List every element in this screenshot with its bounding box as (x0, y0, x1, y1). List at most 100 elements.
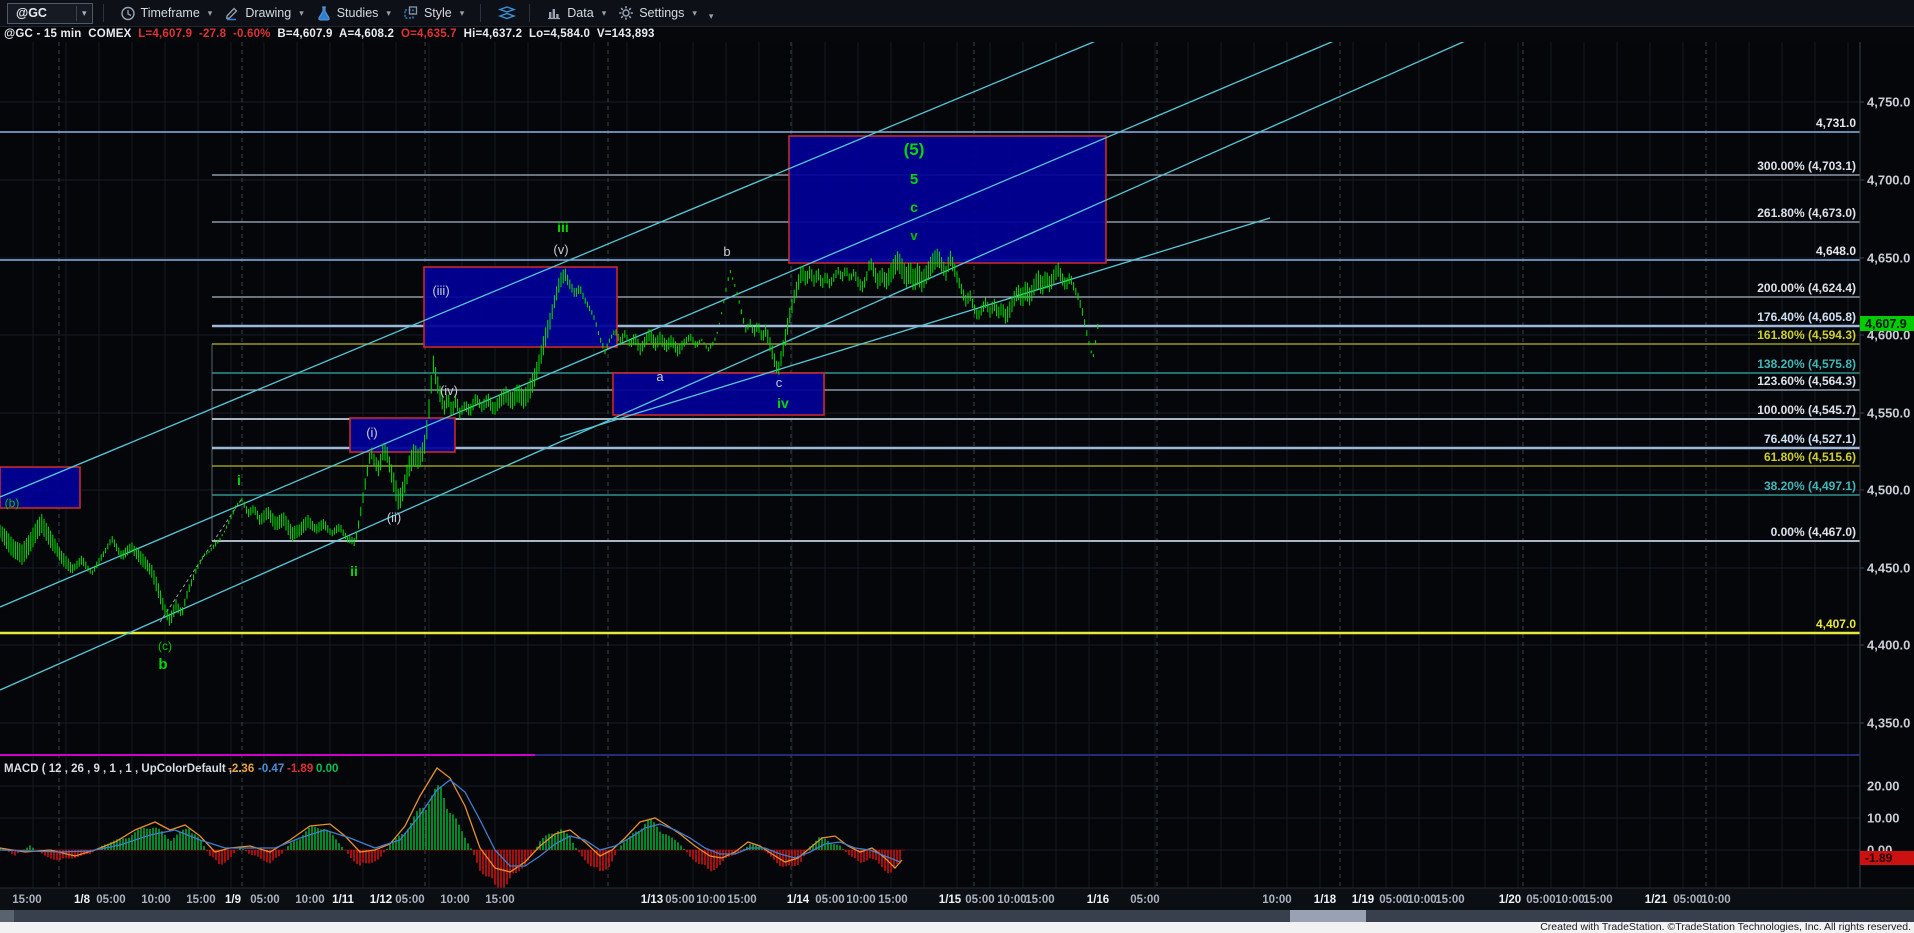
time-axis-hour-label: 10:00 (440, 894, 469, 906)
time-axis-hour-label: 05:00 (965, 894, 994, 906)
fib-level-label: 61.80% (4,515.6) (1764, 450, 1856, 464)
fib-level-label: 0.00% (4,467.0) (1771, 525, 1856, 539)
time-axis-hour-label: 10:00 (997, 894, 1026, 906)
menu-drawing[interactable]: Drawing ▾ (218, 5, 309, 21)
time-axis-day-label: 1/20 (1499, 894, 1521, 906)
price-axis-label: 4,350.0 (1867, 716, 1910, 731)
time-axis-hour-label: 15:00 (186, 894, 215, 906)
wave-projection-box[interactable] (789, 136, 1106, 263)
time-axis-day-label: 1/14 (787, 894, 810, 906)
time-axis-hour-label: 05:00 (1526, 894, 1555, 906)
fib-level-label: 161.80% (4,594.3) (1757, 328, 1856, 342)
sessions-button[interactable] (491, 5, 519, 21)
menu-label: Studies (337, 6, 379, 20)
horizontal-scrollbar-thumb[interactable] (1290, 910, 1366, 922)
time-axis-day-label: 1/11 (332, 894, 354, 906)
macd-value: -0.47 (258, 763, 284, 775)
toolbar-divider (480, 4, 481, 22)
fib-level-label: 300.00% (4,703.1) (1757, 159, 1856, 173)
toolbar-divider (529, 4, 530, 22)
time-axis-day-label: 1/21 (1645, 894, 1668, 906)
wave-label: 5 (910, 171, 918, 188)
menu-label: Settings (639, 6, 684, 20)
time-axis-day-label: 1/18 (1314, 894, 1337, 906)
time-axis-hour-label: 10:00 (1555, 894, 1584, 906)
style-squares-icon (403, 5, 419, 21)
symbol-value[interactable]: @GC (8, 6, 76, 20)
menu-data[interactable]: Data ▾ (540, 5, 612, 21)
macd-axis-label: 20.00 (1867, 779, 1900, 794)
chevron-down-icon: ▾ (602, 8, 607, 19)
fib-level-label: 176.40% (4,605.8) (1757, 310, 1856, 324)
macd-indicator-label: MACD ( 12 , 26 , 9 , 1 , 1 , UpColorDefa… (4, 763, 242, 775)
time-axis-hour-label: 10:00 (295, 894, 324, 906)
price-axis-label: 4,500.0 (1867, 483, 1910, 498)
time-axis-hour-label: 15:00 (727, 894, 756, 906)
macd-value-badge-text: -1.89 (1865, 851, 1893, 865)
time-axis-day-label: 1/15 (939, 894, 962, 906)
quote-status-line: @GC - 15 min COMEX L=4,607.9 -27.8 -0.60… (0, 26, 1914, 42)
wave-label: (c) (158, 639, 172, 653)
wave-label: (iii) (432, 283, 449, 298)
chevron-down-icon: ▾ (208, 8, 213, 19)
macd-value: 0.00 (316, 763, 338, 775)
price-line-label: 4,407.0 (1816, 617, 1856, 631)
wave-label: (v) (553, 242, 568, 257)
menu-studies[interactable]: Studies ▾ (310, 5, 397, 21)
price-axis-label: 4,750.0 (1867, 95, 1910, 110)
quote-segment: Hi=4,637.2 Lo=4,584.0 V=143,893 (464, 28, 655, 40)
menu-label: Data (567, 6, 593, 20)
time-axis-hour-label: 10:00 (1407, 894, 1436, 906)
price-line-label: 4,731.0 (1816, 116, 1856, 130)
layers-icon (497, 5, 513, 21)
wave-label: c (776, 375, 783, 390)
chart-canvas[interactable]: (5)5cviii(v)(iii)(iv)baciv(i)i(ii)ii(b)(… (0, 0, 1914, 933)
time-axis-hour-label: 15:00 (878, 894, 907, 906)
wave-label: (b) (5, 496, 20, 510)
time-axis-hour-label: 05:00 (1130, 894, 1159, 906)
symbol-input[interactable]: @GC ▾ (7, 3, 93, 24)
wave-label: (i) (366, 425, 378, 440)
macd-value: -2.36 (228, 763, 254, 775)
pencil-icon (224, 5, 240, 21)
wave-label: (5) (904, 140, 925, 159)
price-axis-label: 4,650.0 (1867, 251, 1910, 266)
gear-icon (618, 5, 634, 21)
time-axis-hour-label: 10:00 (1701, 894, 1730, 906)
wave-projection-box[interactable] (613, 373, 824, 415)
wave-label: ii (350, 563, 358, 579)
time-axis-hour-label: 10:00 (1262, 894, 1291, 906)
fib-level-label: 200.00% (4,624.4) (1757, 281, 1856, 295)
price-axis-strip[interactable] (1860, 42, 1914, 888)
time-axis-hour-label: 05:00 (665, 894, 694, 906)
fib-level-label: 123.60% (4,564.3) (1757, 374, 1856, 388)
time-axis-hour-label: 15:00 (1435, 894, 1464, 906)
wave-label: i (237, 472, 241, 488)
tradestation-chart-window: @GC ▾ Timeframe ▾ Drawing ▾ Studies ▾ (0, 0, 1914, 933)
menu-label: Style (424, 6, 452, 20)
price-axis-label: 4,400.0 (1867, 638, 1910, 653)
wave-label: v (910, 228, 918, 243)
wave-label: (ii) (387, 510, 401, 525)
menu-style[interactable]: Style ▾ (397, 5, 470, 21)
toolbar-divider (103, 4, 104, 22)
wave-label: c (910, 199, 918, 215)
menu-timeframe[interactable]: Timeframe ▾ (114, 5, 219, 21)
menu-settings[interactable]: Settings ▾ (612, 5, 703, 21)
chevron-down-icon: ▾ (386, 8, 391, 19)
time-axis-hour-label: 10:00 (696, 894, 725, 906)
fib-level-label: 261.80% (4,673.0) (1757, 206, 1856, 220)
clock-icon (120, 5, 136, 21)
time-axis-hour-label: 05:00 (250, 894, 279, 906)
chevron-down-icon: ▾ (692, 8, 697, 19)
price-axis-label: 4,450.0 (1867, 561, 1910, 576)
time-axis-hour-label: 15:00 (1583, 894, 1612, 906)
wave-projection-box[interactable] (424, 267, 617, 347)
time-axis-hour-label: 05:00 (1379, 894, 1408, 906)
toolbar-overflow-icon[interactable]: ▾ (709, 11, 714, 22)
chevron-down-icon: ▾ (299, 8, 304, 19)
scrollbar-left-cap[interactable] (0, 910, 14, 922)
symbol-dropdown-icon[interactable]: ▾ (76, 6, 92, 21)
wave-label: (iv) (440, 383, 458, 398)
wave-label: a (656, 369, 664, 384)
